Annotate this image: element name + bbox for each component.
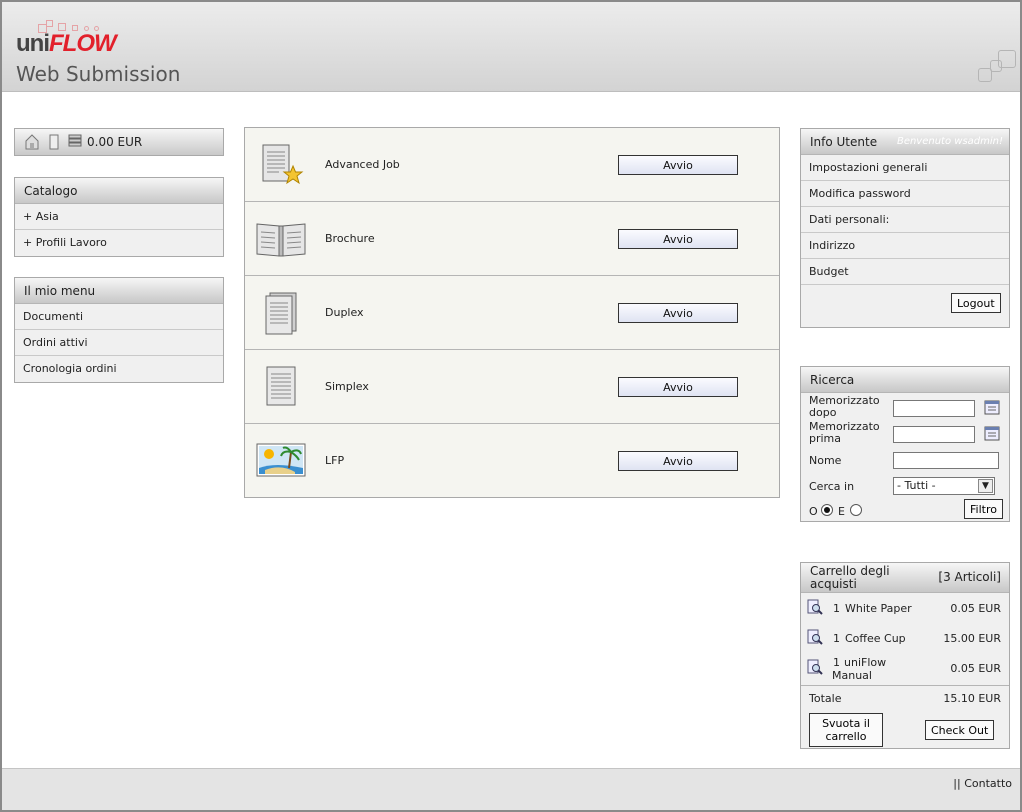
job-row: Advanced Job Avvio — [245, 128, 779, 202]
balance-amount: 0.00 EUR — [87, 135, 143, 149]
document-icon[interactable] — [49, 134, 59, 153]
catalog-item-asia[interactable]: + Asia — [15, 204, 223, 230]
database-icon[interactable] — [68, 134, 82, 151]
header: uniFLOW Web Submission — [2, 2, 1020, 92]
magnifier-document-icon[interactable] — [807, 659, 823, 675]
job-name: LFP — [325, 454, 345, 467]
balance-bar: 0.00 EUR — [14, 128, 224, 156]
start-button-simplex[interactable]: Avvio — [618, 377, 738, 397]
calendar-icon[interactable] — [984, 399, 1000, 415]
menu-item-ordini-attivi[interactable]: Ordini attivi — [15, 330, 223, 356]
and-radio[interactable] — [850, 504, 862, 516]
user-item-dati-personali[interactable]: Dati personali: — [801, 207, 1009, 233]
checkout-button[interactable]: Check Out — [925, 720, 995, 740]
job-row: Brochure Avvio — [245, 202, 779, 276]
job-row: Simplex Avvio — [245, 350, 779, 424]
catalog-panel: Catalogo + Asia + Profili Lavoro — [14, 177, 224, 257]
home-icon[interactable] — [25, 134, 39, 153]
magnifier-document-icon[interactable] — [807, 599, 823, 615]
job-row: LFP Avvio — [245, 424, 779, 496]
calendar-icon[interactable] — [984, 425, 1000, 441]
or-label: O — [809, 505, 818, 518]
cart-item-name: White Paper — [845, 602, 912, 615]
job-name: Brochure — [325, 232, 375, 245]
magnifier-document-icon[interactable] — [807, 629, 823, 645]
catalog-item-profili-lavoro[interactable]: + Profili Lavoro — [15, 230, 223, 256]
user-info-header: Info Utente Benvenuto wsadmin! — [801, 129, 1009, 155]
cart-item-name: Coffee Cup — [845, 632, 906, 645]
stored-before-label: Memorizzato prima — [809, 420, 880, 445]
job-row: Duplex Avvio — [245, 276, 779, 350]
corner-decoration — [978, 50, 1020, 88]
catalog-title: Catalogo — [15, 178, 223, 204]
and-label: E — [838, 505, 845, 518]
job-name: Advanced Job — [325, 158, 400, 171]
start-button-brochure[interactable]: Avvio — [618, 229, 738, 249]
cart-item-price: 0.05 EUR — [950, 662, 1001, 675]
footer: || Contatto — [2, 768, 1020, 810]
cart-count: [3 Articoli] — [938, 570, 1001, 584]
cart-panel: Carrello degli acquisti [3 Articoli] 1 W… — [800, 562, 1010, 749]
open-book-icon — [255, 216, 306, 262]
cart-item-name: uniFlow Manual — [832, 656, 887, 682]
empty-cart-button[interactable]: Svuota il carrello — [809, 713, 883, 747]
job-list: Advanced Job Avvio Brochure Avvio Duplex… — [244, 127, 780, 498]
cart-item-price: 0.05 EUR — [950, 602, 1001, 615]
user-item-modifica-password[interactable]: Modifica password — [801, 181, 1009, 207]
job-name: Simplex — [325, 380, 369, 393]
cart-item: 1 White Paper 0.05 EUR — [801, 593, 1009, 623]
menu-item-documenti[interactable]: Documenti — [15, 304, 223, 330]
search-in-select[interactable]: - Tutti - ▼ — [893, 477, 995, 495]
cart-item-qty: 1 — [833, 602, 840, 615]
start-button-lfp[interactable]: Avvio — [618, 451, 738, 471]
my-menu-panel: Il mio menu Documenti Ordini attivi Cron… — [14, 277, 224, 383]
cart-item-qty: 1 — [833, 632, 840, 645]
simplex-document-icon — [257, 364, 307, 410]
user-info-panel: Info Utente Benvenuto wsadmin! Impostazi… — [800, 128, 1010, 328]
duplex-document-icon — [257, 290, 307, 336]
page-title: Web Submission — [16, 62, 181, 86]
name-label: Nome — [809, 454, 842, 467]
stored-after-label: Memorizzato dopo — [809, 394, 880, 419]
logout-button[interactable]: Logout — [951, 293, 1001, 313]
chevron-down-icon: ▼ — [978, 479, 993, 493]
stored-before-input[interactable] — [893, 426, 975, 443]
name-input[interactable] — [893, 452, 999, 469]
cart-total-label: Totale — [809, 692, 842, 705]
user-item-budget[interactable]: Budget — [801, 259, 1009, 285]
or-radio[interactable] — [821, 504, 833, 516]
app-window: uniFLOW Web Submission 0.00 EUR Catalogo… — [2, 2, 1020, 810]
user-item-indirizzo[interactable]: Indirizzo — [801, 233, 1009, 259]
search-in-value: - Tutti - — [897, 479, 936, 492]
cart-item-price: 15.00 EUR — [943, 632, 1001, 645]
uniflow-logo: uniFLOW — [16, 30, 117, 57]
stored-after-input[interactable] — [893, 400, 975, 417]
search-panel: Ricerca Memorizzato dopo Memorizzato pri… — [800, 366, 1010, 522]
cart-title: Carrello degli acquisti — [810, 564, 890, 591]
user-info-title: Info Utente — [810, 135, 878, 149]
start-button-advanced-job[interactable]: Avvio — [618, 155, 738, 175]
cart-total-value: 15.10 EUR — [943, 692, 1001, 705]
job-name: Duplex — [325, 306, 364, 319]
contact-link[interactable]: || Contatto — [953, 777, 1012, 790]
start-button-duplex[interactable]: Avvio — [618, 303, 738, 323]
document-star-icon — [257, 142, 307, 188]
cart-item: 1 Coffee Cup 15.00 EUR — [801, 623, 1009, 653]
welcome-text: Benvenuto wsadmin! — [896, 136, 1003, 147]
cart-header: Carrello degli acquisti [3 Articoli] — [801, 563, 1009, 593]
search-in-label: Cerca in — [809, 480, 855, 493]
filter-button[interactable]: Filtro — [964, 499, 1003, 519]
cart-item: 1 uniFlow Manual 0.05 EUR — [801, 653, 1009, 685]
my-menu-title: Il mio menu — [15, 278, 223, 304]
search-title: Ricerca — [801, 367, 1009, 393]
cart-total-row: Totale 15.10 EUR — [801, 685, 1009, 709]
menu-item-cronologia-ordini[interactable]: Cronologia ordini — [15, 356, 223, 382]
logout-row: Logout — [801, 285, 1009, 323]
landscape-image-icon — [255, 438, 306, 484]
user-item-impostazioni-generali[interactable]: Impostazioni generali — [801, 155, 1009, 181]
